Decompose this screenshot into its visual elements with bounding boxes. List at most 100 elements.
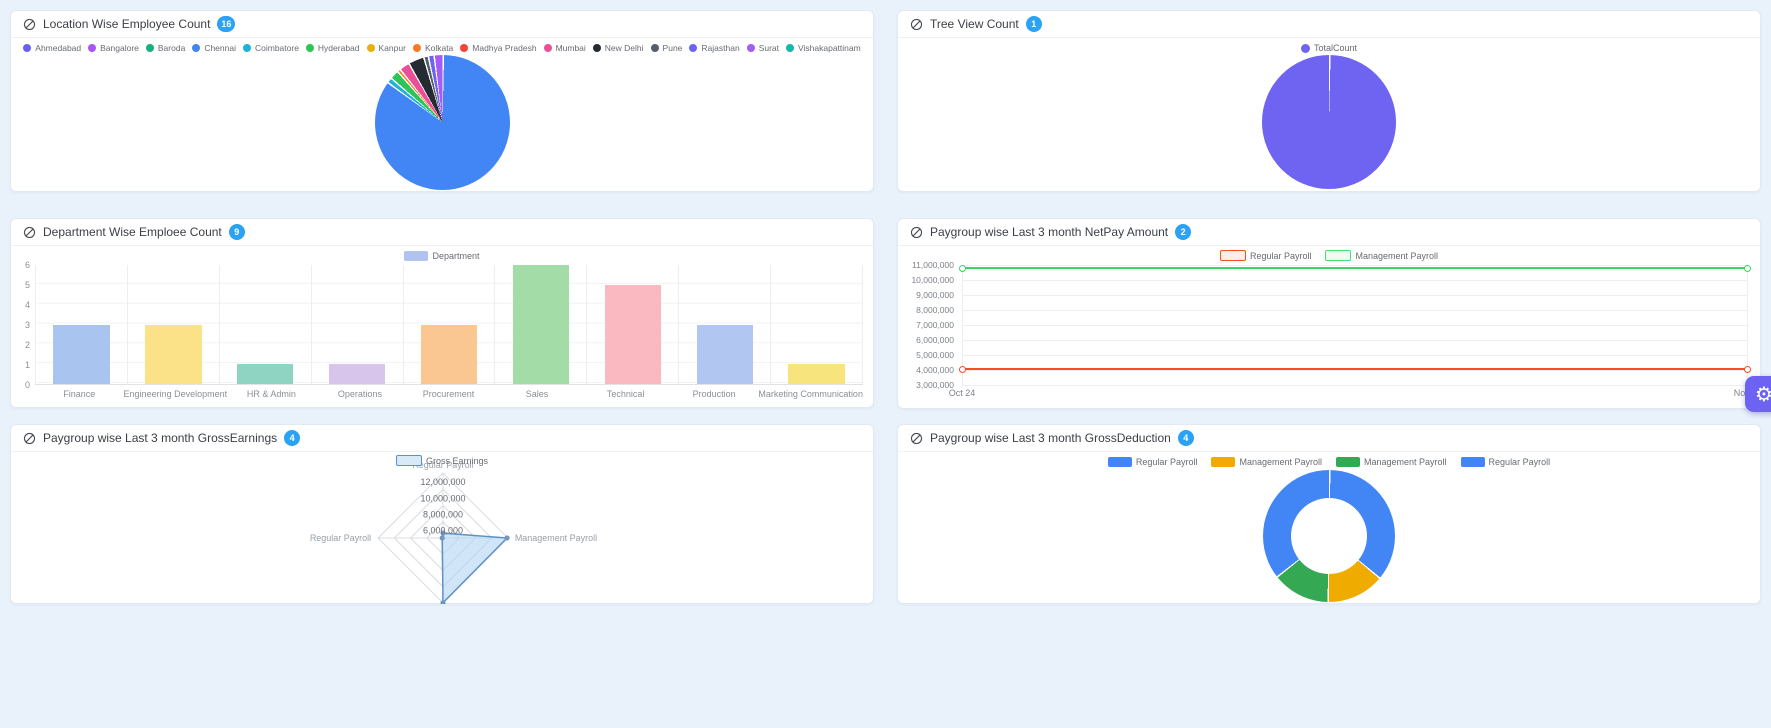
x-tick-label: Production [670, 385, 759, 401]
legend-item[interactable]: Management Payroll [1336, 457, 1447, 467]
legend-item[interactable]: Hyderabad [306, 43, 360, 53]
panel-body: Ahmedabad Bangalore Baroda Chennai Coimbator… [11, 38, 873, 192]
y-tick-label: 5,000,000 [916, 350, 954, 360]
panel-department-wise-employee-count: Department Wise Emploee Count 9 Departme… [10, 218, 874, 408]
svg-text:8,000,000: 8,000,000 [423, 510, 463, 520]
legend-item[interactable]: Ahmedabad [23, 43, 81, 53]
legend-item[interactable]: Chennai [192, 43, 236, 53]
line-series[interactable] [962, 267, 1748, 269]
panel-gross-earnings: Paygroup wise Last 3 month GrossEarnings… [10, 424, 874, 604]
department-legend: Department [11, 246, 873, 261]
legend-item[interactable]: New Delhi [593, 43, 644, 53]
legend-item[interactable]: Gross Earnings [396, 455, 488, 466]
legend-item[interactable]: Regular Payroll [1461, 457, 1551, 467]
panel-location-wise-employee-count: Location Wise Employee Count 16 Ahmedaba… [10, 10, 874, 192]
bar[interactable] [237, 364, 293, 384]
legend-swatch [1211, 457, 1235, 467]
count-badge: 16 [217, 16, 235, 32]
bar[interactable] [53, 325, 109, 385]
panel-body: Regular Payroll Management Payroll Managem… [898, 452, 1760, 604]
legend-swatch [1108, 457, 1132, 467]
gridline [962, 340, 1748, 341]
tree-legend: TotalCount [898, 38, 1760, 53]
legend-label: Department [432, 251, 479, 261]
x-tick-label: Oct 24 [949, 388, 976, 398]
department-bar-chart[interactable]: 0123456 FinanceEngineering DevelopmentHR… [11, 261, 873, 401]
panel-body: 12,000,00010,000,0008,000,0006,000,000Re… [11, 452, 873, 604]
legend-swatch [544, 44, 552, 52]
ban-icon [23, 432, 36, 445]
x-tick-label: Sales [493, 385, 582, 401]
legend-item[interactable]: Surat [747, 43, 779, 53]
panel-header: Department Wise Emploee Count 9 [11, 219, 873, 246]
legend-item[interactable]: TotalCount [1301, 43, 1357, 53]
line-series[interactable] [962, 368, 1748, 370]
panel-body: Regular Payroll Management Payroll 11,000… [898, 246, 1760, 409]
data-point-marker[interactable] [959, 366, 966, 373]
legend-label: Bangalore [100, 43, 139, 53]
settings-gear-button[interactable]: ⚙ [1745, 376, 1771, 412]
legend-item[interactable]: Management Payroll [1325, 250, 1438, 261]
count-badge: 4 [1178, 430, 1194, 446]
gross-deduction-donut-chart[interactable] [1263, 470, 1395, 602]
tree-pie-chart[interactable] [1262, 55, 1396, 189]
gridline [962, 265, 1748, 266]
panel-header: Paygroup wise Last 3 month GrossEarnings… [11, 425, 873, 452]
legend-item[interactable]: Department [404, 251, 479, 261]
data-point-marker[interactable] [959, 265, 966, 272]
legend-item[interactable]: Mumbai [544, 43, 586, 53]
bar[interactable] [697, 325, 753, 385]
location-pie-chart[interactable] [375, 55, 510, 190]
gross-earnings-radar-chart[interactable]: 12,000,00010,000,0008,000,0006,000,000Re… [11, 452, 873, 604]
count-badge: 4 [284, 430, 300, 446]
location-legend: Ahmedabad Bangalore Baroda Chennai Coimbator… [11, 38, 873, 53]
legend-label: Surat [759, 43, 779, 53]
legend-item[interactable]: Madhya Pradesh [460, 43, 536, 53]
legend-swatch [243, 44, 251, 52]
x-tick-label: Operations [316, 385, 405, 401]
bar[interactable] [788, 364, 844, 384]
legend-swatch [747, 44, 755, 52]
data-point-marker[interactable] [1744, 366, 1751, 373]
bar[interactable] [329, 364, 385, 384]
legend-item[interactable]: Kolkata [413, 43, 453, 53]
line-plot-area [962, 265, 1748, 385]
bar-column [770, 265, 863, 384]
bar[interactable] [605, 285, 661, 384]
svg-text:Management Payroll: Management Payroll [515, 533, 597, 543]
gear-icon: ⚙ [1755, 384, 1771, 404]
legend-item[interactable]: Regular Payroll [1220, 250, 1312, 261]
legend-item[interactable]: Baroda [146, 43, 185, 53]
legend-item[interactable]: Rajasthan [689, 43, 739, 53]
legend-swatch [460, 44, 468, 52]
bar-column [35, 265, 127, 384]
ban-icon [910, 226, 923, 239]
legend-label: Ahmedabad [35, 43, 81, 53]
legend-item[interactable]: Management Payroll [1211, 457, 1322, 467]
bar[interactable] [145, 325, 201, 385]
ban-icon [23, 18, 36, 31]
legend-item[interactable]: Bangalore [88, 43, 139, 53]
count-badge: 9 [229, 224, 245, 240]
gross-earnings-legend: Gross Earnings [11, 452, 873, 466]
bar-x-axis: FinanceEngineering DevelopmentHR & Admin… [35, 385, 863, 401]
data-point-marker[interactable] [1744, 265, 1751, 272]
bar[interactable] [513, 265, 569, 384]
legend-item[interactable]: Coimbatore [243, 43, 299, 53]
panel-title: Location Wise Employee Count [43, 17, 210, 31]
legend-item[interactable]: Kanpur [367, 43, 406, 53]
legend-item[interactable]: Pune [651, 43, 683, 53]
panel-netpay-amount: Paygroup wise Last 3 month NetPay Amount… [897, 218, 1761, 409]
legend-item[interactable]: Regular Payroll [1108, 457, 1198, 467]
line-y-axis: 11,000,00010,000,0009,000,0008,000,0007,… [898, 265, 962, 385]
y-tick-label: 4 [25, 300, 30, 310]
y-tick-label: 5 [25, 280, 30, 290]
legend-item[interactable]: Vishakapattinam [786, 43, 861, 53]
y-tick-label: 6,000,000 [916, 335, 954, 345]
y-tick-label: 7,000,000 [916, 320, 954, 330]
legend-label: TotalCount [1314, 43, 1357, 53]
legend-label: Rajasthan [701, 43, 739, 53]
netpay-line-chart[interactable]: 11,000,00010,000,0009,000,0008,000,0007,… [898, 261, 1760, 401]
bar[interactable] [421, 325, 477, 385]
gridline [962, 325, 1748, 326]
